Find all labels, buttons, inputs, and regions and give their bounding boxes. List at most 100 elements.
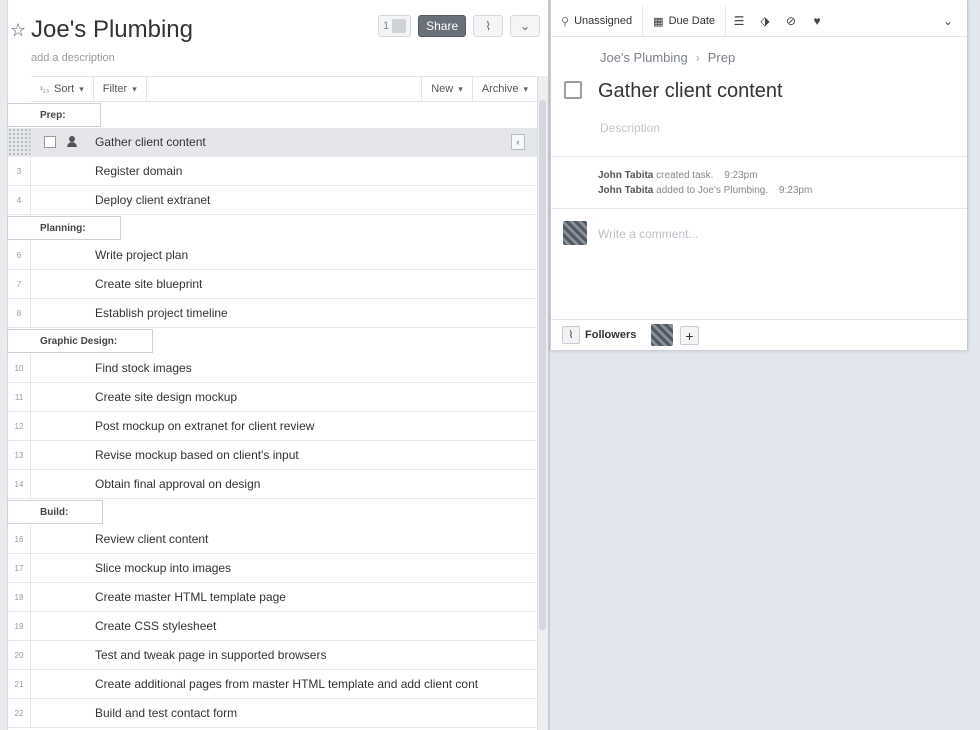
rss-button[interactable]: ⌇ [473,15,504,37]
subtasks-icon[interactable]: ☰ [726,6,752,36]
assignee-button[interactable]: ⚲ Unassigned [551,6,644,36]
task-row[interactable]: 6 Write project plan [8,241,537,270]
activity-user[interactable]: John Tabita [598,185,653,196]
task-row[interactable]: 3 Register domain [8,157,537,186]
task-description-input[interactable]: Description [600,121,660,135]
task-title[interactable]: Gather client content [598,80,783,103]
row-number: 7 [8,270,31,298]
project-title[interactable]: Joe's Plumbing [31,16,193,44]
heart-icon[interactable]: ♥ [804,6,830,36]
task-row[interactable]: 8 Establish project timeline [8,299,537,328]
section-header: Graphic Design: [7,328,537,354]
project-menu-button[interactable]: ⌄ [510,15,541,37]
task-checkbox[interactable] [44,136,56,148]
task-detail-pane: ⚲ Unassigned ▦ Due Date ☰ ⬗ ⊘ ♥ ⌄ Joe's … [550,0,968,350]
task-name[interactable]: Write project plan [95,241,188,269]
task-row[interactable]: 13 Revise mockup based on client's input [8,441,537,470]
task-row[interactable]: 20 Test and tweak page in supported brows… [8,641,537,670]
row-number: 11 [8,383,31,411]
activity-time: 9:23pm [724,170,758,181]
task-row[interactable]: 17 Slice mockup into images [8,554,537,583]
rss-icon: ⌇ [562,326,580,344]
task-row[interactable]: 22 Build and test contact form [8,699,537,728]
due-date-button[interactable]: ▦ Due Date [643,6,727,36]
task-row[interactable]: 10 Find stock images [8,354,537,383]
section-label[interactable]: Graphic Design: [7,329,153,353]
task-name[interactable]: Build and test contact form [95,699,237,727]
task-list: Prep: ‹ Gather client content 3 Register dom… [7,102,537,728]
task-row[interactable]: 21 Create additional pages from master HT… [8,670,537,699]
person-icon: ⚲ [561,15,570,28]
row-number: 19 [8,612,31,640]
activity-user[interactable]: John Tabita [598,170,653,181]
activity-item: John Tabita created task. 9:23pm [598,170,758,181]
task-name[interactable]: Slice mockup into images [95,554,231,582]
tag-icon[interactable]: ⬗ [752,6,778,36]
task-row[interactable]: 4 Deploy client extranet [8,186,537,215]
attachment-icon[interactable]: ⊘ [778,6,804,36]
add-follower-button[interactable]: + [680,326,699,345]
task-name[interactable]: Register domain [95,157,182,185]
task-name[interactable]: Establish project timeline [95,299,228,327]
task-name[interactable]: Create site blueprint [95,270,202,298]
star-icon[interactable]: ☆ [10,20,26,41]
breadcrumb-project[interactable]: Joe's Plumbing [600,50,688,65]
members-icon [392,19,407,33]
row-number: 17 [8,554,31,582]
task-row[interactable]: 16 Review client content [8,525,537,554]
members-button[interactable]: 1 [378,15,412,37]
task-name[interactable]: Gather client content [95,128,206,156]
rss-icon: ⌇ [485,19,492,33]
followers-button[interactable]: ⌇ Followers [562,325,636,345]
archive-button[interactable]: Archive ▾ [471,77,537,101]
share-button[interactable]: Share [418,15,467,37]
task-row[interactable]: 7 Create site blueprint [8,270,537,299]
plus-icon: + [685,327,694,344]
scrollbar-thumb[interactable] [539,100,546,630]
task-name[interactable]: Test and tweak page in supported browser… [95,641,326,669]
task-name[interactable]: Create CSS stylesheet [95,612,216,640]
breadcrumb-section[interactable]: Prep [708,50,735,65]
task-complete-checkbox[interactable] [564,81,582,99]
row-number: 12 [8,412,31,440]
task-name[interactable]: Create additional pages from master HTML… [95,670,478,698]
person-icon[interactable] [66,136,78,148]
sort-button[interactable]: ³₂₃ Sort ▾ [31,77,94,101]
chevron-left-icon[interactable]: ‹ [511,134,525,150]
task-row[interactable]: 14 Obtain final approval on design [8,470,537,499]
section-label[interactable]: Planning: [7,216,121,240]
sort-label: Sort [54,83,75,95]
task-name[interactable]: Review client content [95,525,208,553]
new-button[interactable]: New ▾ [421,77,472,101]
task-row[interactable]: 19 Create CSS stylesheet [8,612,537,641]
task-row[interactable]: 12 Post mockup on extranet for client rev… [8,412,537,441]
filter-button[interactable]: Filter ▾ [94,77,147,101]
member-count: 1 [383,20,390,32]
row-number: 21 [8,670,31,698]
section-label[interactable]: Prep: [7,103,101,127]
detail-menu-chevron-icon[interactable]: ⌄ [935,6,961,36]
task-row[interactable]: 11 Create site design mockup [8,383,537,412]
sort-icon: ³₂₃ [40,84,50,94]
task-name[interactable]: Create master HTML template page [95,583,286,611]
task-row[interactable]: 18 Create master HTML template page [8,583,537,612]
activity-time: 9:23pm [778,185,813,196]
task-row[interactable]: ‹ Gather client content [8,128,537,157]
task-name[interactable]: Obtain final approval on design [95,470,260,498]
project-description-input[interactable]: add a description [31,52,115,64]
task-name[interactable]: Revise mockup based on client's input [95,441,299,469]
task-name[interactable]: Find stock images [95,354,192,382]
activity-action: added to Joe's Plumbing. [656,185,769,196]
follower-avatar[interactable] [651,324,673,346]
calendar-icon: ▦ [653,15,664,28]
section-label[interactable]: Build: [7,500,103,524]
row-number: 22 [8,699,31,727]
task-name[interactable]: Create site design mockup [95,383,237,411]
task-name[interactable]: Post mockup on extranet for client revie… [95,412,314,440]
task-name[interactable]: Deploy client extranet [95,186,210,214]
new-label: New [431,83,454,95]
filter-label: Filter [102,83,128,95]
drag-handle[interactable] [8,128,31,156]
row-number: 4 [8,186,31,214]
comment-input[interactable]: Write a comment... [598,227,698,241]
